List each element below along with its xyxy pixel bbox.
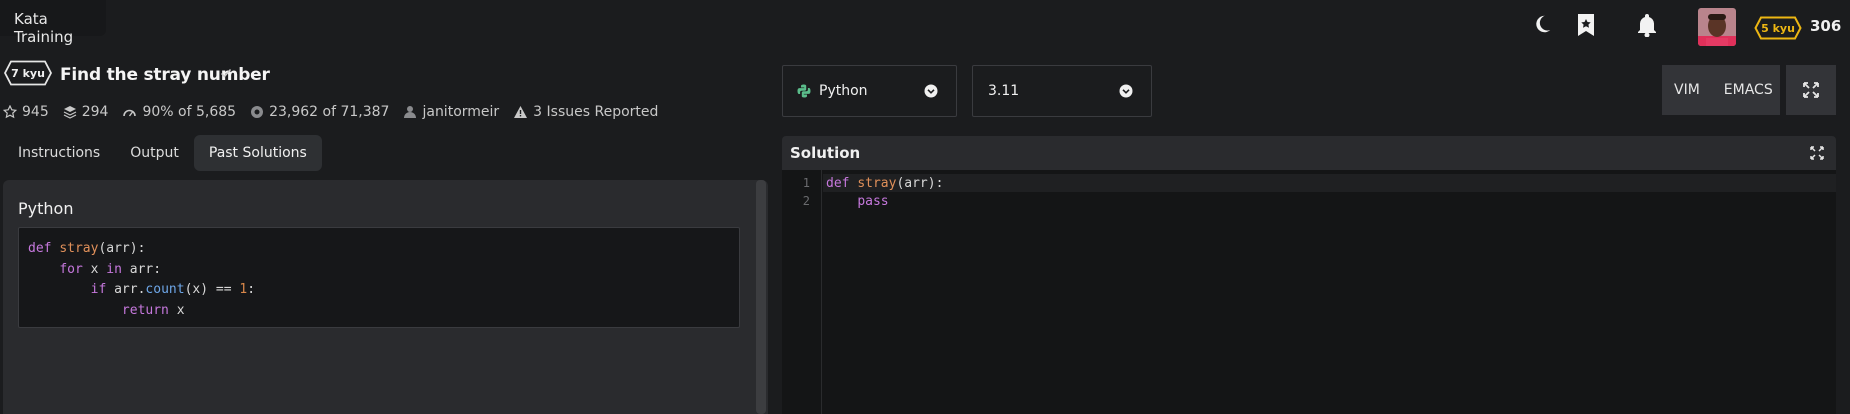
warning-icon <box>514 106 528 118</box>
solution-title: Solution <box>790 144 861 162</box>
page-title: Kata Training <box>0 0 106 46</box>
editor-code[interactable]: def stray(arr): pass <box>826 175 943 211</box>
line-number: 1 <box>802 176 810 190</box>
version-select[interactable]: 3.11 <box>972 65 1152 117</box>
completed-stat: 23,962 of 71,387 <box>250 104 389 120</box>
svg-text:5 kyu: 5 kyu <box>1761 22 1795 35</box>
stars-stat[interactable]: 945 <box>3 104 49 120</box>
line-number: 2 <box>802 194 810 208</box>
avatar[interactable] <box>1698 8 1736 46</box>
code-line: return x <box>121 302 185 318</box>
author-stat[interactable]: janitormeir <box>403 104 499 120</box>
issues-stat[interactable]: 3 Issues Reported <box>513 104 658 120</box>
active-line-highlight <box>823 174 1836 192</box>
kata-kyu-badge: 7 kyu <box>4 60 52 86</box>
completion-icon <box>251 106 264 118</box>
collections-stat[interactable]: 294 <box>63 104 109 120</box>
code-line: def stray(arr): <box>826 176 944 191</box>
completed-total: of 71,387 <box>322 104 390 120</box>
code-line: def stray(arr): <box>28 241 146 256</box>
code-line: for x in arr: <box>59 261 162 277</box>
tab-past-solutions[interactable]: Past Solutions <box>193 135 322 171</box>
language-select-value: Python <box>819 83 868 99</box>
kata-tabs: Instructions Output Past Solutions <box>3 135 322 171</box>
issues-label: 3 Issues Reported <box>533 104 659 120</box>
author-name: janitormeir <box>422 104 500 120</box>
fullscreen-icon <box>1803 82 1819 98</box>
rank-badge[interactable]: 5 kyu <box>1754 16 1802 40</box>
language-select[interactable]: Python <box>782 65 957 117</box>
emacs-mode-button[interactable]: EMACS <box>1712 82 1785 98</box>
chevron-down-icon <box>1119 84 1133 98</box>
past-solution-language: Python <box>18 199 74 218</box>
star-icon <box>3 105 17 119</box>
python-icon <box>797 84 811 98</box>
layers-icon <box>63 106 77 119</box>
gauge-icon <box>123 109 137 117</box>
past-solution-code: def stray(arr): for x in arr: if arr.cou… <box>18 227 740 328</box>
honor-count: 306 <box>1810 17 1842 35</box>
solution-panel-header <box>782 136 1836 170</box>
satisfaction-total: of 5,685 <box>178 104 237 120</box>
bookmark-icon[interactable] <box>1575 13 1597 37</box>
kata-stats: 945 294 90% of 5,685 23,962 of 71,387 ja… <box>3 104 672 120</box>
moon-icon[interactable] <box>1531 13 1553 35</box>
satisfaction-stat: 90% of 5,685 <box>122 104 236 120</box>
svg-text:7 kyu: 7 kyu <box>11 67 45 80</box>
version-select-value: 3.11 <box>988 83 1020 99</box>
stars-count: 945 <box>22 104 49 120</box>
collections-count: 294 <box>81 104 109 120</box>
panel-scrollbar[interactable] <box>756 180 766 414</box>
code-line: if arr.count(x) == 1: <box>90 282 256 297</box>
vim-mode-button[interactable]: VIM <box>1662 82 1712 98</box>
tab-output[interactable]: Output <box>115 135 194 171</box>
editor-mode-group: VIM EMACS <box>1662 65 1780 115</box>
completed-count: 23,962 <box>269 104 319 120</box>
user-icon <box>404 106 417 118</box>
bell-icon[interactable] <box>1636 13 1658 37</box>
kata-title: Find the stray number <box>60 65 270 85</box>
expand-icon[interactable] <box>1810 146 1824 160</box>
completed-check-icon <box>220 67 232 79</box>
chevron-down-icon <box>924 84 938 98</box>
satisfaction-percent: 90% <box>142 104 174 120</box>
fullscreen-button[interactable] <box>1786 65 1836 115</box>
tab-instructions[interactable]: Instructions <box>3 135 115 171</box>
code-line: pass <box>857 194 889 209</box>
